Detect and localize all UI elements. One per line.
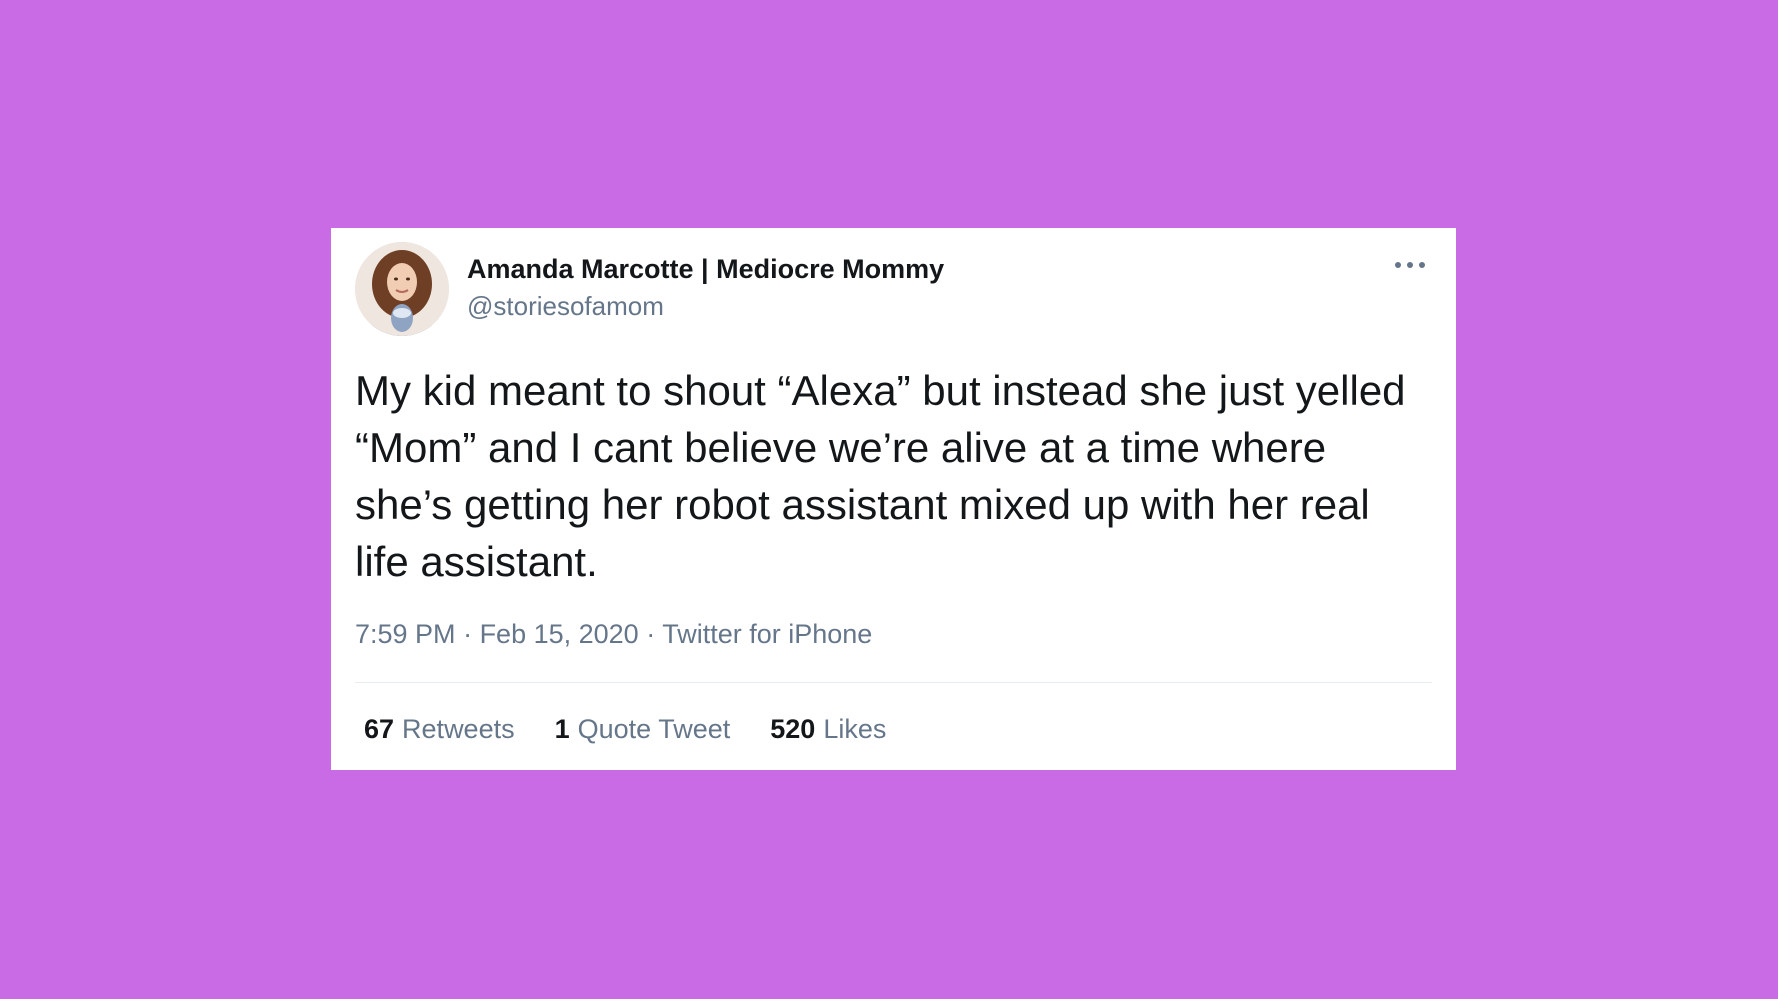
- likes-stat[interactable]: 520 Likes: [770, 714, 886, 745]
- likes-count: 520: [770, 714, 816, 744]
- more-options-button[interactable]: [1390, 250, 1430, 280]
- user-handle[interactable]: @storiesofamom: [467, 291, 664, 322]
- likes-label: Likes: [823, 714, 887, 744]
- avatar-image: [355, 242, 449, 336]
- tweet-card: Amanda Marcotte | Mediocre Mommy @storie…: [331, 228, 1456, 770]
- retweets-count: 67: [364, 714, 395, 744]
- tweet-stats: 67 Retweets 1 Quote Tweet 520 Likes: [364, 714, 886, 745]
- display-name[interactable]: Amanda Marcotte | Mediocre Mommy: [467, 254, 944, 285]
- more-options-icon: [1395, 262, 1425, 268]
- profile-avatar[interactable]: [355, 242, 449, 336]
- meta-separator: ·: [638, 619, 663, 649]
- quote-tweets-count: 1: [554, 714, 570, 744]
- meta-separator: ·: [455, 619, 480, 649]
- tweet-text: My kid meant to shout “Alexa” but instea…: [355, 367, 1406, 585]
- quote-tweets-label: Quote Tweet: [577, 714, 731, 744]
- tweet-date[interactable]: Feb 15, 2020: [480, 619, 639, 649]
- tweet-time[interactable]: 7:59 PM: [355, 619, 456, 649]
- tweet-source[interactable]: Twitter for iPhone: [662, 619, 872, 649]
- quote-tweets-stat[interactable]: 1 Quote Tweet: [555, 714, 731, 745]
- tweet-meta: 7:59 PM · Feb 15, 2020 · Twitter for iPh…: [355, 619, 872, 650]
- stats-divider: [355, 682, 1432, 683]
- retweets-label: Retweets: [402, 714, 515, 744]
- retweets-stat[interactable]: 67 Retweets: [364, 714, 515, 745]
